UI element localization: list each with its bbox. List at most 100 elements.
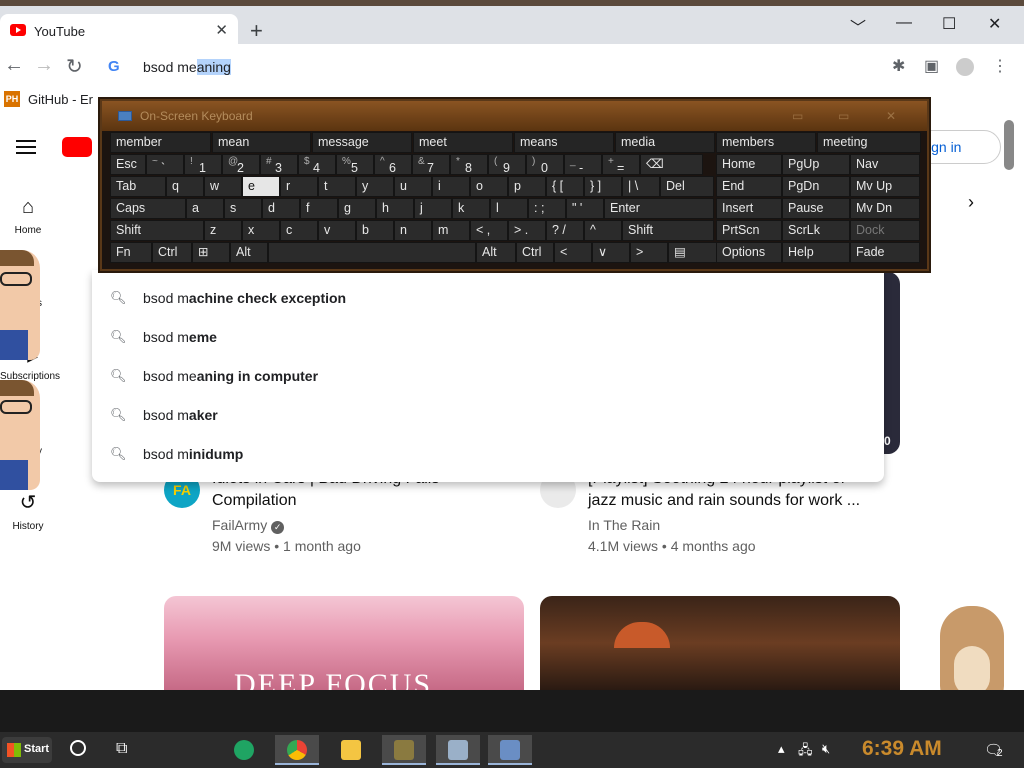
- forward-icon[interactable]: →: [34, 54, 54, 77]
- extensions-icon[interactable]: ✱: [892, 56, 905, 76]
- clock[interactable]: 6:39 AM: [862, 737, 942, 761]
- cortana-icon[interactable]: [70, 740, 86, 756]
- osk-key[interactable]: % 5: [336, 154, 374, 175]
- osk-key-insert[interactable]: Insert: [716, 198, 782, 219]
- osk-key[interactable]: Alt: [230, 242, 268, 263]
- osk-key[interactable]: } ]: [584, 176, 622, 197]
- network-icon[interactable]: 🖧︎: [798, 741, 813, 763]
- osk-key-enter[interactable]: Enter: [604, 198, 714, 219]
- osk-prediction[interactable]: mean: [212, 132, 311, 153]
- reload-icon[interactable]: ↻: [66, 54, 83, 79]
- close-window-button[interactable]: ✕: [988, 14, 1001, 34]
- osk-key[interactable]: (9: [488, 154, 526, 175]
- osk-close-button[interactable]: ✕: [886, 109, 896, 123]
- back-icon[interactable]: ←: [4, 54, 24, 77]
- side-panel-icon[interactable]: ▣: [924, 56, 939, 76]
- osk-prediction[interactable]: means: [514, 132, 614, 153]
- osk-key[interactable]: * 8: [450, 154, 488, 175]
- osk-key[interactable]: p: [508, 176, 546, 197]
- chevron-right-icon[interactable]: ›: [968, 192, 974, 213]
- osk-key[interactable]: Ctrl: [152, 242, 192, 263]
- video-thumbnail-edge[interactable]: 0: [884, 272, 900, 454]
- osk-key[interactable]: h: [376, 198, 414, 219]
- osk-key[interactable]: s: [224, 198, 262, 219]
- osk-key[interactable]: m: [432, 220, 470, 241]
- sidebar-item-home[interactable]: ⌂ Home: [0, 196, 56, 236]
- osk-titlebar[interactable]: On-Screen Keyboard ▭ ▭ ✕: [102, 101, 927, 131]
- osk-key-backspace[interactable]: ⌫: [640, 154, 703, 175]
- osk-key[interactable]: _ -: [564, 154, 602, 175]
- osk-key[interactable]: w: [204, 176, 242, 197]
- osk-key[interactable]: >: [630, 242, 668, 263]
- osk-key-tab[interactable]: Tab: [110, 176, 166, 197]
- menu-kebab-icon[interactable]: ⋮: [992, 56, 1008, 76]
- start-button[interactable]: Start: [2, 737, 52, 763]
- osk-key[interactable]: Alt: [476, 242, 516, 263]
- channel-name[interactable]: FailArmy ✓: [212, 517, 285, 534]
- osk-key-pgup[interactable]: PgUp: [782, 154, 850, 175]
- sidebar-item-history[interactable]: ↺ History: [0, 490, 56, 532]
- osk-key[interactable]: | \: [622, 176, 660, 197]
- hamburger-menu-icon[interactable]: [16, 140, 36, 154]
- taskbar-app-osk[interactable]: [488, 735, 532, 765]
- osk-key[interactable]: b: [356, 220, 394, 241]
- osk-key-fade[interactable]: Fade: [850, 242, 920, 263]
- taskbar-app-system[interactable]: [436, 735, 480, 765]
- osk-key-shift[interactable]: Shift: [622, 220, 714, 241]
- osk-key[interactable]: i: [432, 176, 470, 197]
- maximize-button[interactable]: ☐: [942, 14, 956, 34]
- osk-key[interactable]: l: [490, 198, 528, 219]
- osk-maximize-button[interactable]: ▭: [838, 109, 849, 123]
- osk-key-pause[interactable]: Pause: [782, 198, 850, 219]
- osk-key[interactable]: @2: [222, 154, 260, 175]
- omnibox[interactable]: G bsod meaning: [92, 50, 885, 86]
- osk-key[interactable]: r: [280, 176, 318, 197]
- youtube-logo-icon[interactable]: [62, 137, 92, 157]
- osk-key[interactable]: : ;: [528, 198, 566, 219]
- osk-key[interactable]: ~ `: [146, 154, 184, 175]
- osk-key-up[interactable]: ^: [584, 220, 622, 241]
- osk-key[interactable]: v: [318, 220, 356, 241]
- osk-prediction[interactable]: message: [312, 132, 412, 153]
- osk-prediction[interactable]: meet: [413, 132, 513, 153]
- osk-key[interactable]: g: [338, 198, 376, 219]
- osk-key[interactable]: " ': [566, 198, 604, 219]
- suggestion-item[interactable]: 🔍︎ bsod minidump: [92, 436, 884, 475]
- profile-avatar-icon[interactable]: [956, 58, 974, 76]
- osk-key[interactable]: #3: [260, 154, 298, 175]
- osk-key-space[interactable]: [268, 242, 476, 263]
- osk-key[interactable]: x: [242, 220, 280, 241]
- osk-key-caps[interactable]: Caps: [110, 198, 186, 219]
- osk-key[interactable]: ∨: [592, 242, 630, 263]
- osk-key[interactable]: k: [452, 198, 490, 219]
- tab-close-icon[interactable]: ✕: [215, 21, 228, 39]
- osk-key[interactable]: Fn: [110, 242, 152, 263]
- osk-key[interactable]: > .: [508, 220, 546, 241]
- osk-key[interactable]: ! 1: [184, 154, 222, 175]
- taskbar-app-sheets[interactable]: [222, 735, 266, 765]
- suggestion-item[interactable]: 🔍︎ bsod meme: [92, 319, 884, 358]
- osk-prediction[interactable]: members: [716, 132, 816, 153]
- taskbar-app-chrome[interactable]: [275, 735, 319, 765]
- osk-key[interactable]: Ctrl: [516, 242, 554, 263]
- osk-key-nav[interactable]: Nav: [850, 154, 920, 175]
- windows-key-icon[interactable]: ⊞: [192, 242, 230, 263]
- minimize-button[interactable]: —: [896, 14, 912, 32]
- tab-search-icon[interactable]: ﹀: [850, 14, 866, 38]
- osk-key-end[interactable]: End: [716, 176, 782, 197]
- osk-key-delete[interactable]: Del: [660, 176, 714, 197]
- osk-key[interactable]: & 7: [412, 154, 450, 175]
- taskbar-app-explorer[interactable]: [329, 735, 373, 765]
- channel-name[interactable]: In The Rain: [588, 517, 660, 533]
- video-thumbnail[interactable]: [540, 596, 900, 690]
- osk-key[interactable]: u: [394, 176, 432, 197]
- suggestion-item[interactable]: 🔍︎ bsod machine check exception: [92, 280, 884, 319]
- bookmark-github[interactable]: GitHub - Er: [28, 92, 93, 107]
- osk-key-mv-dn[interactable]: Mv Dn: [850, 198, 920, 219]
- osk-key-home[interactable]: Home: [716, 154, 782, 175]
- osk-key[interactable]: z: [204, 220, 242, 241]
- osk-minimize-button[interactable]: ▭: [792, 109, 803, 123]
- osk-key-shift[interactable]: Shift: [110, 220, 204, 241]
- video-thumbnail[interactable]: DEEP FOCUS: [164, 596, 524, 690]
- osk-key[interactable]: a: [186, 198, 224, 219]
